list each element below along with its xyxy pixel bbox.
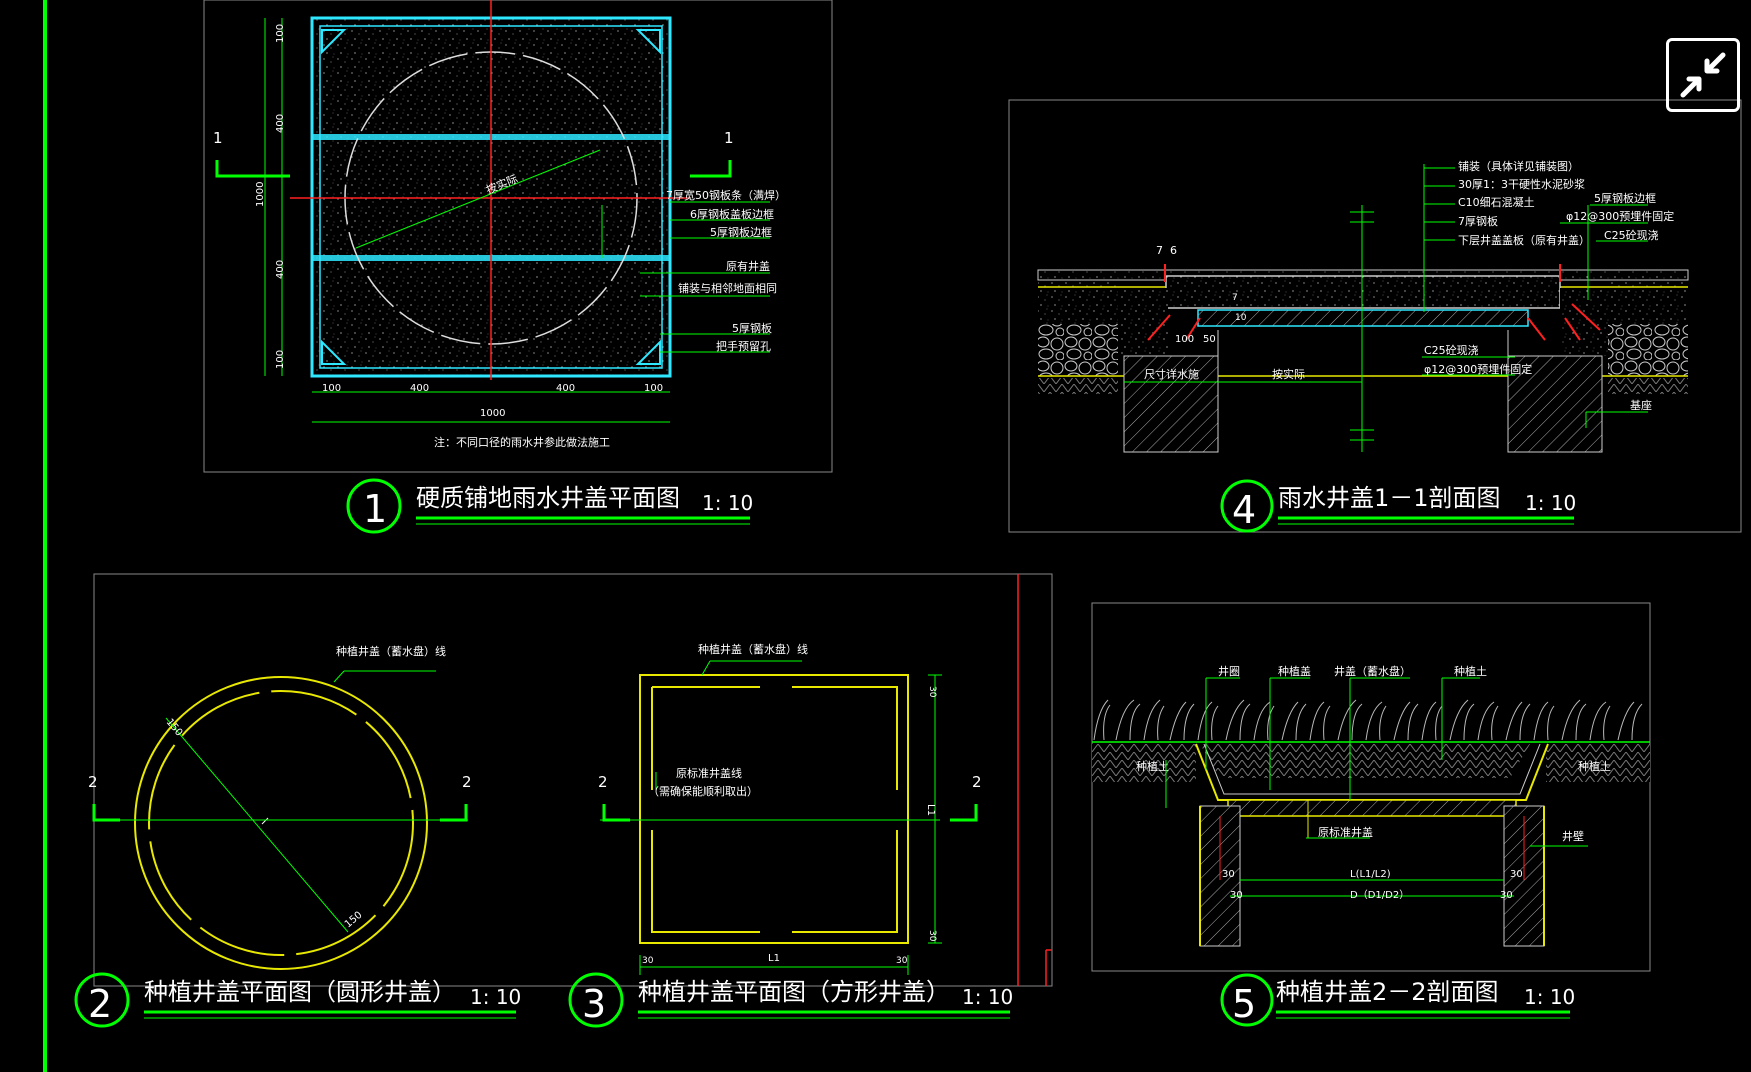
label: 5厚钢板边框 [710, 225, 772, 239]
right-label: 种植土 [1578, 759, 1611, 773]
section-mark-right: 2 [462, 773, 472, 791]
left-dim: 1000 [255, 182, 266, 207]
layer-label: 铺装（具体详见铺装图） [1458, 159, 1579, 173]
right-dim: 30 [927, 686, 937, 698]
mid-label: （需确保能顺利取出） [648, 784, 758, 798]
drawing-5-number: 5 [1232, 982, 1256, 1026]
base-label: 基座 [1630, 398, 1652, 412]
drawing-3-square-plan: 2 2 种植井盖（蓄水盘）线 原标准井盖线 （需确保能顺利取出） 30 L1 3… [568, 642, 1013, 1028]
top-dim: 7 [1156, 244, 1163, 257]
round-cover-inner [148, 690, 414, 956]
label: 6厚钢板盖板边框 [690, 207, 774, 221]
label: 5厚钢板 [732, 321, 772, 335]
round-cover-outer [134, 676, 428, 970]
bottom-left-label: 尺寸详水施 [1144, 367, 1199, 381]
drawing-5-frame [1091, 602, 1651, 972]
dim-bottom: 30 [1500, 890, 1513, 901]
bottom-dim: 100 [644, 383, 663, 394]
right-label: C25砼现浇 [1604, 229, 1659, 242]
right-label: φ12@300预埋件固定 [1566, 209, 1674, 223]
top-label: 井盖（蓄水盘） [1334, 664, 1411, 678]
left-dim: 100 [275, 350, 286, 369]
bottom-dim: L1 [768, 953, 780, 964]
layer-label: 7厚钢板 [1458, 214, 1498, 228]
dim-top: 30 [1222, 869, 1235, 880]
bottom-label: φ12@300预埋件固定 [1424, 362, 1532, 376]
section-mark-left: 2 [598, 773, 608, 791]
dim-top: 30 [1510, 869, 1523, 880]
dim-top: L(L1/L2) [1350, 869, 1391, 880]
bottom-dim: 30 [642, 956, 654, 966]
right-label: 5厚钢板边框 [1594, 191, 1656, 205]
bottom-center-label: 按实际 [1272, 367, 1305, 381]
drawing-5-title: 种植井盖2－2剖面图 [1276, 978, 1499, 1006]
section-mark-left: 1 [213, 129, 223, 147]
left-label: 种植土 [1136, 759, 1169, 773]
left-dim: 400 [275, 260, 286, 279]
bottom-dim: 30 [896, 956, 908, 966]
bottom-dim: 100 [322, 383, 341, 394]
drawing-2-title: 种植井盖平面图（圆形井盖） [144, 978, 456, 1006]
left-dim: 100 [275, 24, 286, 43]
right-dim: 30 [927, 930, 937, 942]
bottom-dim: 400 [410, 383, 429, 394]
mid-label: 原标准井盖线 [676, 766, 742, 780]
drawing-2-round-plan: 2 2 种植井盖（蓄水盘）线 150 150 2 种植井盖平面图（圆形井盖） 1… [74, 644, 521, 1028]
label: 原有井盖 [726, 259, 770, 273]
drawing-2-scale: 1: 10 [470, 985, 521, 1009]
top-label: 种植土 [1454, 664, 1487, 678]
section-mark-left: 2 [88, 773, 98, 791]
right-label-2: 井壁 [1562, 829, 1584, 843]
label: 铺装与相邻地面相同 [678, 282, 777, 295]
cad-drawing-canvas: 按实际 1 1 100 400 1000 400 100 100 400 400… [43, 0, 1742, 1072]
drawing-1-note: 注：不同口径的雨水井参此做法施工 [434, 435, 610, 449]
mid-label: 原标准井盖 [1318, 825, 1373, 839]
bottom-dim-total: 1000 [480, 408, 505, 419]
exit-fullscreen-icon [1680, 52, 1726, 98]
v-dim: 7 [1232, 293, 1238, 303]
dim-bottom: D（D1/D2） [1350, 889, 1409, 901]
bottom-dim: 400 [556, 383, 575, 394]
square-cover-outer [639, 674, 909, 944]
drawing-3-number: 3 [582, 982, 606, 1026]
right-dim: L1 [925, 804, 936, 816]
left-dim: 50 [1203, 334, 1216, 345]
left-dim: 400 [275, 114, 286, 133]
dim-bottom: 30 [1230, 890, 1243, 901]
label: 7厚宽50钢板条（满焊） [666, 188, 786, 202]
top-label: 种植井盖（蓄水盘）线 [336, 644, 446, 658]
drawing-1-plan: 按实际 1 1 100 400 1000 400 100 100 400 400… [203, 0, 833, 534]
drawing-5-section: 30 L(L1/L2) 30 30 D（D1/D2） 30 井圈 种植盖 井盖（… [1091, 602, 1651, 1027]
drawing-1-title: 硬质铺地雨水井盖平面图 [416, 484, 680, 512]
drawing-4-title: 雨水井盖1－1剖面图 [1278, 484, 1501, 512]
top-dim: 6 [1170, 244, 1177, 257]
bottom-label: C25砼现浇 [1424, 344, 1479, 357]
drawing-4-scale: 1: 10 [1525, 491, 1576, 515]
drawing-1-number: 1 [363, 487, 387, 531]
section-mark-right: 2 [972, 773, 982, 791]
layer-label: 下层井盖盖板（原有井盖） [1458, 233, 1590, 247]
drawing-2-number: 2 [88, 982, 112, 1026]
drawing-4-section: 铺装（具体详见铺装图） 30厚1：3干硬性水泥砂浆 C10细石混凝土 7厚钢板 … [1008, 99, 1742, 533]
label: 把手预留孔 [716, 339, 771, 353]
section-mark-right: 1 [724, 129, 734, 147]
left-dim: 100 [1175, 334, 1194, 345]
v-dim: 10 [1235, 313, 1247, 323]
exit-fullscreen-button[interactable] [1666, 38, 1740, 112]
drawing-5-scale: 1: 10 [1524, 985, 1575, 1009]
drawing-1-scale: 1: 10 [702, 491, 753, 515]
layer-label: C10细石混凝土 [1458, 195, 1535, 209]
top-label: 种植井盖（蓄水盘）线 [698, 642, 808, 656]
layer-label: 30厚1：3干硬性水泥砂浆 [1458, 177, 1585, 191]
top-label: 井圈 [1218, 664, 1240, 678]
drawing-3-title: 种植井盖平面图（方形井盖） [638, 978, 950, 1006]
drawing-4-number: 4 [1232, 488, 1256, 532]
drawing-3-scale: 1: 10 [962, 985, 1013, 1009]
top-label: 种植盖 [1278, 664, 1311, 678]
